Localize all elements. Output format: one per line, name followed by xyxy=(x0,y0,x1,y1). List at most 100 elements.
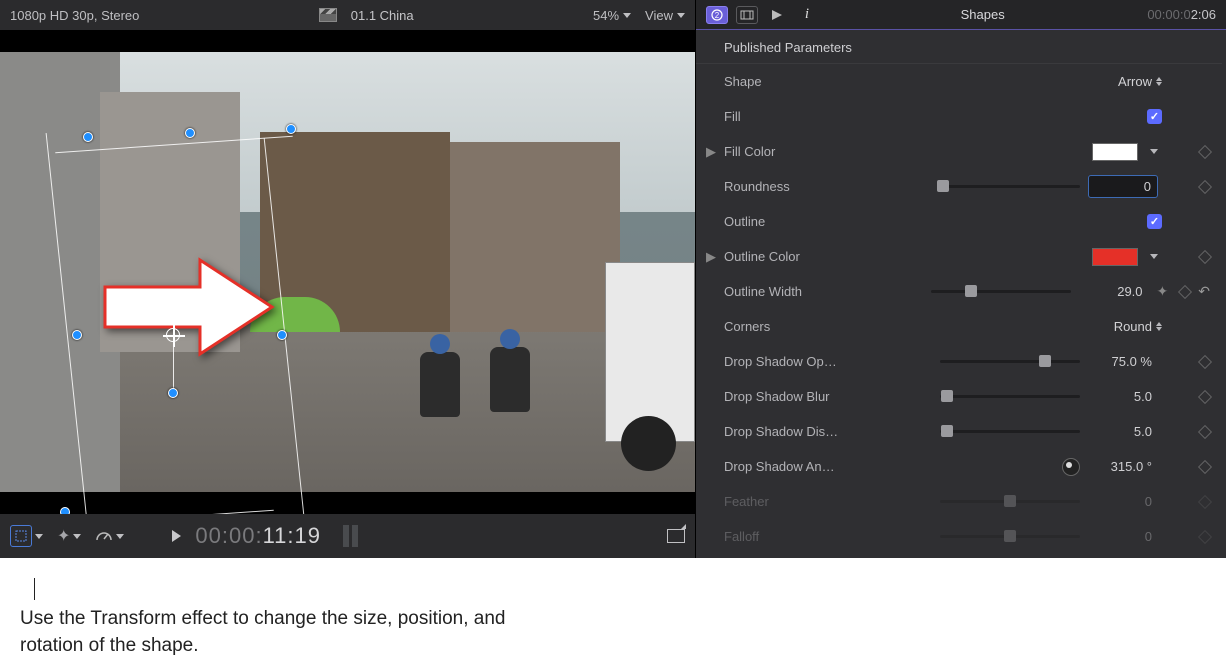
keyframe-button[interactable] xyxy=(1198,354,1212,368)
retime-tool[interactable] xyxy=(95,528,124,545)
param-drop-shadow-distance: Drop Shadow Dis… 5.0 xyxy=(696,414,1222,449)
ds-blur-slider[interactable] xyxy=(940,395,1080,398)
param-label: Corners xyxy=(724,319,862,334)
transform-handle[interactable] xyxy=(286,124,296,134)
gauge-icon xyxy=(95,528,113,545)
ds-angle-value[interactable]: 315.0 ° xyxy=(1088,456,1158,477)
view-label: View xyxy=(645,8,673,23)
anchor-point[interactable] xyxy=(166,328,180,342)
inspector-body[interactable]: Published Parameters Shape Arrow Fill ✓ xyxy=(696,30,1226,558)
keyframe-button[interactable] xyxy=(1198,179,1212,193)
svg-text:2: 2 xyxy=(715,11,720,20)
viewer-titlebar: 1080p HD 30p, Stereo 01.1 China 54% View xyxy=(0,0,695,30)
param-drop-shadow-angle: Drop Shadow An… 315.0 ° xyxy=(696,449,1222,484)
viewer-toolbar: ✦ 00:00:11:19 xyxy=(0,514,695,558)
chevron-down-icon xyxy=(623,13,631,18)
chevron-down-icon xyxy=(35,534,43,539)
info-inspector-tab[interactable]: i xyxy=(796,6,818,24)
outline-width-slider[interactable] xyxy=(931,290,1071,293)
param-outline-width: Outline Width 29.0 ✦ ↶ xyxy=(696,274,1222,309)
chevron-down-icon[interactable] xyxy=(1150,149,1158,154)
zoom-value: 54% xyxy=(593,8,619,23)
fill-color-swatch[interactable] xyxy=(1092,143,1138,161)
callout-leader-line xyxy=(34,578,35,600)
format-label: 1080p HD 30p, Stereo xyxy=(10,8,139,23)
keyframe-add-icon[interactable]: ✦ xyxy=(1157,283,1169,300)
fill-checkbox[interactable]: ✓ xyxy=(1147,109,1162,124)
color-inspector-tab[interactable] xyxy=(766,6,788,24)
transform-handle[interactable] xyxy=(277,330,287,340)
shape-popup[interactable]: Arrow xyxy=(1118,74,1162,89)
ds-blur-value[interactable]: 5.0 xyxy=(1088,386,1158,407)
keyframe-button[interactable] xyxy=(1198,144,1212,158)
annotation-callout: Use the Transform effect to change the s… xyxy=(0,558,1226,659)
keyframe-button xyxy=(1198,494,1212,508)
reset-button[interactable]: ↶ xyxy=(1198,283,1210,300)
play-button[interactable] xyxy=(172,530,181,542)
viewer-canvas[interactable] xyxy=(0,30,695,514)
roundness-slider[interactable] xyxy=(940,185,1080,188)
param-label: Drop Shadow An… xyxy=(724,459,862,474)
shape-value: Arrow xyxy=(1118,74,1152,89)
transform-handle[interactable] xyxy=(60,507,70,514)
ds-opacity-value[interactable]: 75.0 % xyxy=(1088,351,1158,372)
transform-handle[interactable] xyxy=(72,330,82,340)
view-dropdown[interactable]: View xyxy=(645,8,685,23)
falloff-value: 0 xyxy=(1088,526,1158,547)
outline-checkbox[interactable]: ✓ xyxy=(1147,214,1162,229)
keyframe-button[interactable] xyxy=(1198,424,1212,438)
param-label: Drop Shadow Op… xyxy=(724,354,862,369)
ds-distance-value[interactable]: 5.0 xyxy=(1088,421,1158,442)
disclosure-triangle[interactable]: ▶ xyxy=(706,144,716,160)
ds-opacity-slider[interactable] xyxy=(940,360,1080,363)
param-outline: Outline ✓ xyxy=(696,204,1222,239)
arrow-shape[interactable] xyxy=(100,252,280,362)
wand-icon: ✦ xyxy=(57,526,70,546)
keyframe-button[interactable] xyxy=(1198,249,1212,263)
param-drop-shadow-blur: Drop Shadow Blur 5.0 xyxy=(696,379,1222,414)
transform-handle[interactable] xyxy=(83,132,93,142)
fullscreen-button[interactable] xyxy=(667,529,685,543)
param-label: Outline Width xyxy=(724,284,862,299)
timecode-bright: 2:06 xyxy=(1191,7,1216,22)
inspector-title: Shapes xyxy=(826,7,1139,22)
chevron-down-icon xyxy=(677,13,685,18)
transform-tool[interactable] xyxy=(10,525,43,547)
timecode-bright: 11:19 xyxy=(263,523,321,548)
video-inspector-tab[interactable] xyxy=(736,6,758,24)
param-label: Drop Shadow Blur xyxy=(724,389,862,404)
outline-color-swatch[interactable] xyxy=(1092,248,1138,266)
param-shape: Shape Arrow xyxy=(696,64,1222,99)
playhead-timecode[interactable]: 00:00:11:19 xyxy=(195,523,321,550)
falloff-slider xyxy=(940,535,1080,538)
param-fill-color: ▶ Fill Color xyxy=(696,134,1222,169)
keyframe-button[interactable] xyxy=(1198,389,1212,403)
chevron-down-icon[interactable] xyxy=(1150,254,1158,259)
param-corners: Corners Round xyxy=(696,309,1222,344)
param-label: Roundness xyxy=(724,179,862,194)
enhance-tool[interactable]: ✦ xyxy=(57,526,81,546)
param-label: Fill Color xyxy=(724,144,862,159)
keyframe-button[interactable] xyxy=(1178,284,1192,298)
info-icon: i xyxy=(805,6,809,23)
param-roundness: Roundness 0 xyxy=(696,169,1222,204)
param-label: Fill xyxy=(724,109,862,124)
generator-inspector-tab[interactable]: 2 xyxy=(706,6,728,24)
video-frame xyxy=(0,52,695,492)
transform-handle[interactable] xyxy=(185,128,195,138)
angle-dial[interactable] xyxy=(1062,458,1080,476)
inspector-header: 2 i Shapes 00:00:02:06 xyxy=(696,0,1226,30)
roundness-value[interactable]: 0 xyxy=(1088,175,1158,198)
chevron-down-icon xyxy=(73,534,81,539)
outline-width-value[interactable]: 29.0 xyxy=(1079,281,1149,302)
param-outline-color: ▶ Outline Color xyxy=(696,239,1222,274)
disclosure-triangle[interactable]: ▶ xyxy=(706,249,716,265)
corners-popup[interactable]: Round xyxy=(1114,319,1162,334)
zoom-dropdown[interactable]: 54% xyxy=(593,8,631,23)
ds-distance-slider[interactable] xyxy=(940,430,1080,433)
feather-slider xyxy=(940,500,1080,503)
keyframe-button[interactable] xyxy=(1198,459,1212,473)
inspector-timecode: 00:00:02:06 xyxy=(1147,7,1216,23)
section-published-parameters: Published Parameters xyxy=(696,30,1222,64)
rotation-handle[interactable] xyxy=(168,388,178,398)
